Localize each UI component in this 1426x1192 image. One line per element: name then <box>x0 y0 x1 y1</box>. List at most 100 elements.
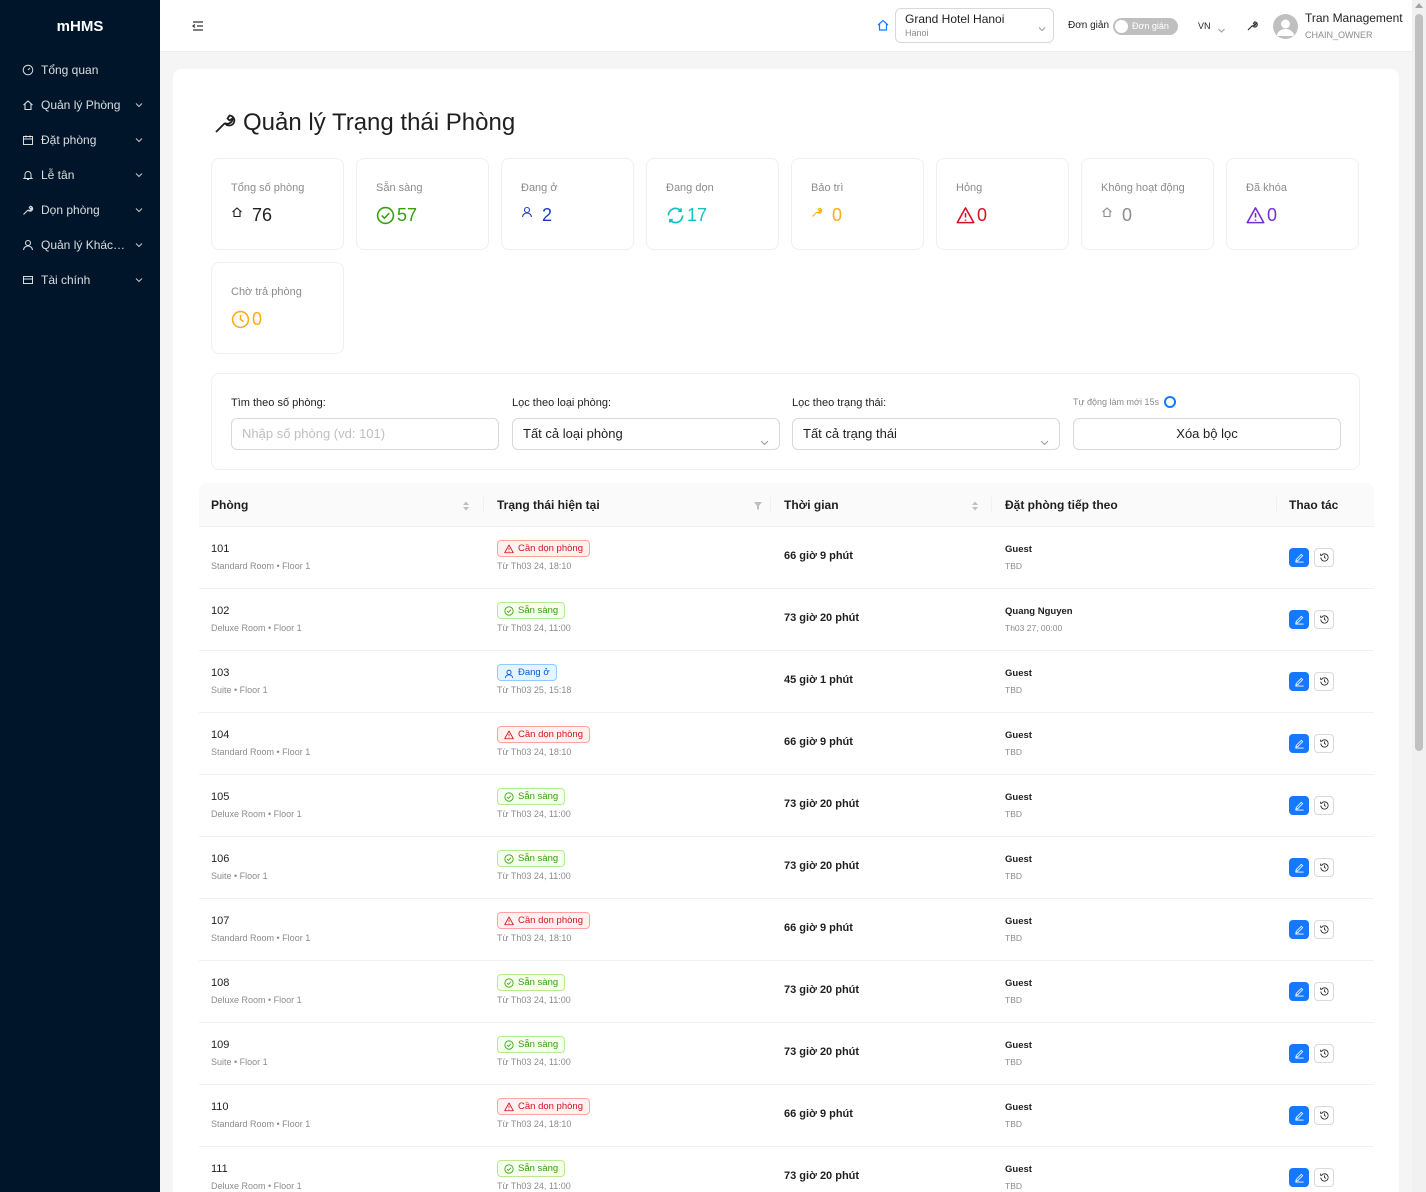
warning-icon <box>504 916 514 926</box>
edit-status-button[interactable] <box>1289 796 1309 815</box>
stat-value-row: 2 <box>521 205 552 226</box>
stat-value: 2 <box>542 205 553 225</box>
room-type-value: Tất cả loại phòng <box>523 426 623 441</box>
room-number: 110 <box>211 1101 229 1113</box>
tool-icon <box>213 111 237 135</box>
stat-card: Hỏng 0 <box>936 158 1069 250</box>
edit-status-button[interactable] <box>1289 982 1309 1001</box>
sidebar-item[interactable]: Quản lý Phòng <box>0 87 160 122</box>
sidebar-item[interactable]: Quản lý Khách ... <box>0 227 160 262</box>
simple-mode-toggle[interactable]: Đơn giản <box>1113 18 1178 35</box>
room-type: Suite • Floor 1 <box>211 685 268 695</box>
status-since: Từ Th03 24, 11:00 <box>497 871 571 881</box>
edit-status-button[interactable] <box>1289 672 1309 691</box>
status-since: Từ Th03 24, 11:00 <box>497 1181 571 1191</box>
col-actions: Thao tác <box>1289 498 1339 512</box>
wrench-icon[interactable] <box>1246 19 1258 31</box>
table-row: 102 Deluxe Room • Floor 1 Sẵn sàng Từ Th… <box>199 589 1374 651</box>
edit-icon <box>1294 924 1305 935</box>
sort-icon[interactable] <box>971 499 979 511</box>
status-since: Từ Th03 24, 18:10 <box>497 933 572 943</box>
sync-icon <box>666 206 685 225</box>
edit-status-button[interactable] <box>1289 920 1309 939</box>
col-room[interactable]: Phòng <box>211 483 248 527</box>
column-divider <box>770 497 771 513</box>
filter-icon[interactable] <box>753 499 763 511</box>
table-row: 106 Suite • Floor 1 Sẵn sàng Từ Th03 24,… <box>199 837 1374 899</box>
table-row: 110 Standard Room • Floor 1 Cần dọn phòn… <box>199 1085 1374 1147</box>
stat-value-row: 17 <box>666 205 707 226</box>
status-duration: 73 giờ 20 phút <box>784 1046 860 1058</box>
col-time[interactable]: Thời gian <box>784 483 839 527</box>
history-button[interactable] <box>1314 672 1334 691</box>
history-button[interactable] <box>1314 1168 1334 1187</box>
chevron-down-icon <box>134 205 144 215</box>
table-row: 107 Standard Room • Floor 1 Cần dọn phòn… <box>199 899 1374 961</box>
edit-status-button[interactable] <box>1289 548 1309 567</box>
sidebar-item[interactable]: Tổng quan <box>0 52 160 87</box>
history-button[interactable] <box>1314 734 1334 753</box>
avatar[interactable] <box>1273 14 1298 39</box>
tool-icon <box>811 206 830 225</box>
status-text: Sẵn sàng <box>518 1163 559 1174</box>
sidebar-item-label: Quản lý Phòng <box>41 97 121 112</box>
page-scrollbar[interactable] <box>1412 0 1426 1192</box>
status-since: Từ Th03 24, 11:00 <box>497 809 571 819</box>
history-icon <box>1319 738 1330 749</box>
column-divider <box>991 497 992 513</box>
edit-status-button[interactable] <box>1289 1106 1309 1125</box>
history-button[interactable] <box>1314 982 1334 1001</box>
history-button[interactable] <box>1314 1106 1334 1125</box>
user-name[interactable]: Tran Management <box>1305 11 1403 25</box>
menu-fold-icon[interactable] <box>190 18 206 34</box>
edit-status-button[interactable] <box>1289 1168 1309 1187</box>
edit-status-button[interactable] <box>1289 1044 1309 1063</box>
check-circle-icon <box>504 977 514 988</box>
language-selector[interactable]: VN <box>1198 21 1211 31</box>
sidebar-item[interactable]: Dọn phòng <box>0 192 160 227</box>
next-booking-date: TBD <box>1005 871 1022 881</box>
col-next-booking: Đặt phòng tiếp theo <box>1005 498 1118 512</box>
stat-label: Không hoạt động <box>1101 182 1185 194</box>
sidebar-item[interactable]: Lễ tân <box>0 157 160 192</box>
history-button[interactable] <box>1314 610 1334 629</box>
room-type-select[interactable]: Tất cả loại phòng <box>512 418 780 450</box>
status-duration: 66 giờ 9 phút <box>784 1108 853 1120</box>
sort-icon[interactable] <box>462 499 470 511</box>
edit-status-button[interactable] <box>1289 734 1309 753</box>
scroll-thumb[interactable] <box>1415 14 1423 751</box>
history-button[interactable] <box>1314 858 1334 877</box>
edit-status-button[interactable] <box>1289 858 1309 877</box>
stat-value: 0 <box>832 205 843 225</box>
sidebar-item[interactable]: Tài chính <box>0 262 160 297</box>
home-icon <box>876 18 890 32</box>
stat-value: 76 <box>252 205 273 225</box>
brand-logo[interactable]: mHMS <box>0 0 160 52</box>
status-badge: Đang ở <box>497 664 557 681</box>
stat-value-row: 76 <box>231 205 272 226</box>
history-button[interactable] <box>1314 796 1334 815</box>
status-filter-label: Lọc theo trạng thái: <box>792 397 887 409</box>
check-circle-icon <box>504 853 514 864</box>
hotel-name: Grand Hotel Hanoi <box>905 12 1005 26</box>
room-number: 108 <box>211 977 230 989</box>
stat-value: 17 <box>687 205 708 225</box>
status-badge: Cần dọn phòng <box>497 912 590 929</box>
hotel-selector[interactable]: Grand Hotel Hanoi Hanoi <box>895 8 1054 43</box>
history-button[interactable] <box>1314 920 1334 939</box>
sidebar-item-label: Đặt phòng <box>41 132 97 147</box>
sidebar-item[interactable]: Đặt phòng <box>0 122 160 157</box>
chevron-down-icon <box>1217 22 1226 33</box>
clear-filters-button[interactable]: Xóa bộ lọc <box>1073 418 1341 450</box>
next-booking-date: TBD <box>1005 1057 1022 1067</box>
status-duration: 73 giờ 20 phút <box>784 612 860 624</box>
status-filter-select[interactable]: Tất cả trạng thái <box>792 418 1060 450</box>
edit-status-button[interactable] <box>1289 610 1309 629</box>
calendar-icon <box>22 134 34 146</box>
status-text: Sẵn sàng <box>518 605 559 616</box>
history-button[interactable] <box>1314 1044 1334 1063</box>
stat-value: 0 <box>1267 205 1278 225</box>
scroll-up-arrow[interactable] <box>1415 3 1423 8</box>
room-search-input[interactable]: Nhập số phòng (vd: 101) <box>231 418 499 450</box>
history-button[interactable] <box>1314 548 1334 567</box>
